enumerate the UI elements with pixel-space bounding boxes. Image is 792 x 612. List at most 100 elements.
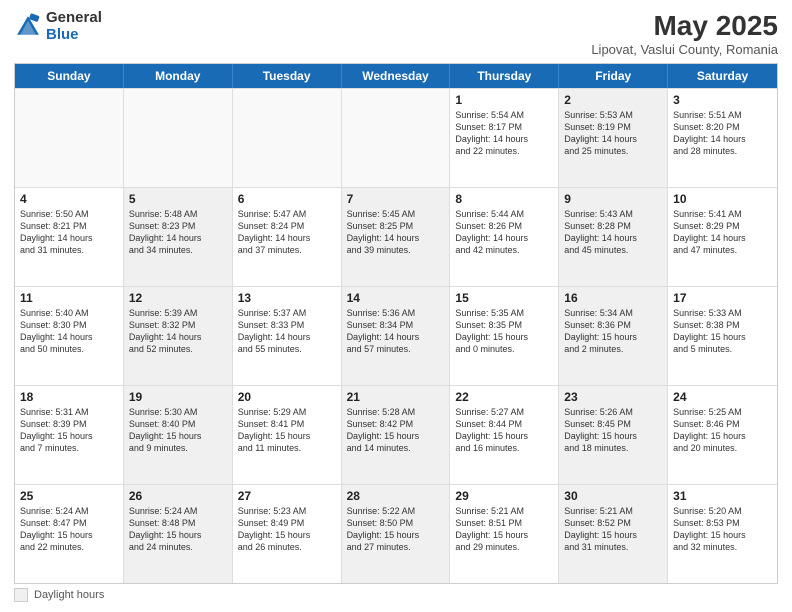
cell-text: Sunrise: 5:24 AM Sunset: 8:48 PM Dayligh… xyxy=(129,505,227,554)
footnote: Daylight hours xyxy=(14,584,778,602)
day-number: 1 xyxy=(455,93,553,107)
calendar-cell-empty xyxy=(233,89,342,187)
cell-text: Sunrise: 5:22 AM Sunset: 8:50 PM Dayligh… xyxy=(347,505,445,554)
calendar-row-2: 4Sunrise: 5:50 AM Sunset: 8:21 PM Daylig… xyxy=(15,187,777,286)
day-number: 22 xyxy=(455,390,553,404)
calendar-cell-25: 25Sunrise: 5:24 AM Sunset: 8:47 PM Dayli… xyxy=(15,485,124,583)
calendar-cell-18: 18 Sunrise: 5:31 AM Sunset: 8:39 PM Dayli… xyxy=(15,386,124,484)
day-number: 9 xyxy=(564,192,662,206)
day-number: 23 xyxy=(564,390,662,404)
day-number: 21 xyxy=(347,390,445,404)
logo-text: General Blue xyxy=(46,10,102,43)
calendar-cell-23: 23 Sunrise: 5:26 AM Sunset: 8:45 PM Dayli… xyxy=(559,386,668,484)
calendar-cell-9: 9 Sunrise: 5:43 AM Sunset: 8:28 PM Daylig… xyxy=(559,188,668,286)
calendar-cell-7: 7Sunrise: 5:45 AM Sunset: 8:25 PM Daylig… xyxy=(342,188,451,286)
calendar-row-5: 25Sunrise: 5:24 AM Sunset: 8:47 PM Dayli… xyxy=(15,484,777,583)
day-number: 17 xyxy=(673,291,772,305)
cell-text: Sunrise: 5:48 AM Sunset: 8:23 PM Dayligh… xyxy=(129,208,227,257)
cell-text: Sunrise: 5:35 AM Sunset: 8:35 PM Dayligh… xyxy=(455,307,553,356)
cell-text: Sunrise: 5:44 AM Sunset: 8:26 PM Dayligh… xyxy=(455,208,553,257)
calendar-cell-1: 1Sunrise: 5:54 AM Sunset: 8:17 PM Daylig… xyxy=(450,89,559,187)
day-number: 18 xyxy=(20,390,118,404)
calendar-cell-12: 12 Sunrise: 5:39 AM Sunset: 8:32 PM Dayli… xyxy=(124,287,233,385)
calendar-cell-4: 4Sunrise: 5:50 AM Sunset: 8:21 PM Daylig… xyxy=(15,188,124,286)
calendar-cell-17: 17 Sunrise: 5:33 AM Sunset: 8:38 PM Dayli… xyxy=(668,287,777,385)
day-number: 7 xyxy=(347,192,445,206)
cell-text: Sunrise: 5:21 AM Sunset: 8:52 PM Dayligh… xyxy=(564,505,662,554)
day-number: 31 xyxy=(673,489,772,503)
logo: General Blue xyxy=(14,10,102,43)
day-header-saturday: Saturday xyxy=(668,64,777,88)
calendar-cell-6: 6 Sunrise: 5:47 AM Sunset: 8:24 PM Daylig… xyxy=(233,188,342,286)
calendar-cell-3: 3Sunrise: 5:51 AM Sunset: 8:20 PM Daylig… xyxy=(668,89,777,187)
cell-text: Sunrise: 5:40 AM Sunset: 8:30 PM Dayligh… xyxy=(20,307,118,356)
day-header-sunday: Sunday xyxy=(15,64,124,88)
cell-text: Sunrise: 5:33 AM Sunset: 8:38 PM Dayligh… xyxy=(673,307,772,356)
calendar-cell-28: 28 Sunrise: 5:22 AM Sunset: 8:50 PM Dayli… xyxy=(342,485,451,583)
calendar-cell-16: 16Sunrise: 5:34 AM Sunset: 8:36 PM Dayli… xyxy=(559,287,668,385)
cell-text: Sunrise: 5:29 AM Sunset: 8:41 PM Dayligh… xyxy=(238,406,336,455)
day-number: 25 xyxy=(20,489,118,503)
calendar-cell-10: 10Sunrise: 5:41 AM Sunset: 8:29 PM Dayli… xyxy=(668,188,777,286)
day-number: 11 xyxy=(20,291,118,305)
cell-text: Sunrise: 5:39 AM Sunset: 8:32 PM Dayligh… xyxy=(129,307,227,356)
calendar: SundayMondayTuesdayWednesdayThursdayFrid… xyxy=(14,63,778,584)
day-number: 8 xyxy=(455,192,553,206)
calendar-cell-26: 26Sunrise: 5:24 AM Sunset: 8:48 PM Dayli… xyxy=(124,485,233,583)
cell-text: Sunrise: 5:21 AM Sunset: 8:51 PM Dayligh… xyxy=(455,505,553,554)
calendar-cell-24: 24Sunrise: 5:25 AM Sunset: 8:46 PM Dayli… xyxy=(668,386,777,484)
calendar-cell-29: 29 Sunrise: 5:21 AM Sunset: 8:51 PM Dayli… xyxy=(450,485,559,583)
calendar-cell-empty xyxy=(15,89,124,187)
cell-text: Sunrise: 5:53 AM Sunset: 8:19 PM Dayligh… xyxy=(564,109,662,158)
footnote-box xyxy=(14,588,28,602)
calendar-row-3: 11 Sunrise: 5:40 AM Sunset: 8:30 PM Dayli… xyxy=(15,286,777,385)
calendar-cell-30: 30 Sunrise: 5:21 AM Sunset: 8:52 PM Dayli… xyxy=(559,485,668,583)
cell-text: Sunrise: 5:23 AM Sunset: 8:49 PM Dayligh… xyxy=(238,505,336,554)
day-header-monday: Monday xyxy=(124,64,233,88)
month-title: May 2025 xyxy=(591,10,778,42)
cell-text: Sunrise: 5:25 AM Sunset: 8:46 PM Dayligh… xyxy=(673,406,772,455)
cell-text: Sunrise: 5:31 AM Sunset: 8:39 PM Dayligh… xyxy=(20,406,118,455)
logo-blue: Blue xyxy=(46,27,102,44)
day-number: 2 xyxy=(564,93,662,107)
calendar-cell-empty xyxy=(124,89,233,187)
calendar-cell-22: 22 Sunrise: 5:27 AM Sunset: 8:44 PM Dayli… xyxy=(450,386,559,484)
day-number: 13 xyxy=(238,291,336,305)
calendar-cell-20: 20Sunrise: 5:29 AM Sunset: 8:41 PM Dayli… xyxy=(233,386,342,484)
cell-text: Sunrise: 5:47 AM Sunset: 8:24 PM Dayligh… xyxy=(238,208,336,257)
day-number: 19 xyxy=(129,390,227,404)
day-number: 12 xyxy=(129,291,227,305)
cell-text: Sunrise: 5:43 AM Sunset: 8:28 PM Dayligh… xyxy=(564,208,662,257)
cell-text: Sunrise: 5:26 AM Sunset: 8:45 PM Dayligh… xyxy=(564,406,662,455)
day-number: 5 xyxy=(129,192,227,206)
calendar-cell-empty xyxy=(342,89,451,187)
day-number: 4 xyxy=(20,192,118,206)
logo-icon xyxy=(14,13,42,41)
day-number: 27 xyxy=(238,489,336,503)
location: Lipovat, Vaslui County, Romania xyxy=(591,42,778,57)
calendar-row-4: 18 Sunrise: 5:31 AM Sunset: 8:39 PM Dayli… xyxy=(15,385,777,484)
calendar-cell-27: 27 Sunrise: 5:23 AM Sunset: 8:49 PM Dayli… xyxy=(233,485,342,583)
footnote-label: Daylight hours xyxy=(34,589,104,601)
day-number: 14 xyxy=(347,291,445,305)
cell-text: Sunrise: 5:27 AM Sunset: 8:44 PM Dayligh… xyxy=(455,406,553,455)
day-number: 30 xyxy=(564,489,662,503)
calendar-cell-19: 19Sunrise: 5:30 AM Sunset: 8:40 PM Dayli… xyxy=(124,386,233,484)
cell-text: Sunrise: 5:41 AM Sunset: 8:29 PM Dayligh… xyxy=(673,208,772,257)
calendar-cell-5: 5 Sunrise: 5:48 AM Sunset: 8:23 PM Daylig… xyxy=(124,188,233,286)
calendar-cell-14: 14 Sunrise: 5:36 AM Sunset: 8:34 PM Dayli… xyxy=(342,287,451,385)
calendar-header: SundayMondayTuesdayWednesdayThursdayFrid… xyxy=(15,64,777,88)
page: General Blue May 2025 Lipovat, Vaslui Co… xyxy=(0,0,792,612)
day-number: 28 xyxy=(347,489,445,503)
logo-general: General xyxy=(46,10,102,27)
cell-text: Sunrise: 5:36 AM Sunset: 8:34 PM Dayligh… xyxy=(347,307,445,356)
header: General Blue May 2025 Lipovat, Vaslui Co… xyxy=(14,10,778,57)
day-number: 6 xyxy=(238,192,336,206)
day-number: 29 xyxy=(455,489,553,503)
calendar-body: 1Sunrise: 5:54 AM Sunset: 8:17 PM Daylig… xyxy=(15,88,777,583)
calendar-cell-15: 15Sunrise: 5:35 AM Sunset: 8:35 PM Dayli… xyxy=(450,287,559,385)
day-header-wednesday: Wednesday xyxy=(342,64,451,88)
title-block: May 2025 Lipovat, Vaslui County, Romania xyxy=(591,10,778,57)
day-number: 16 xyxy=(564,291,662,305)
day-header-tuesday: Tuesday xyxy=(233,64,342,88)
